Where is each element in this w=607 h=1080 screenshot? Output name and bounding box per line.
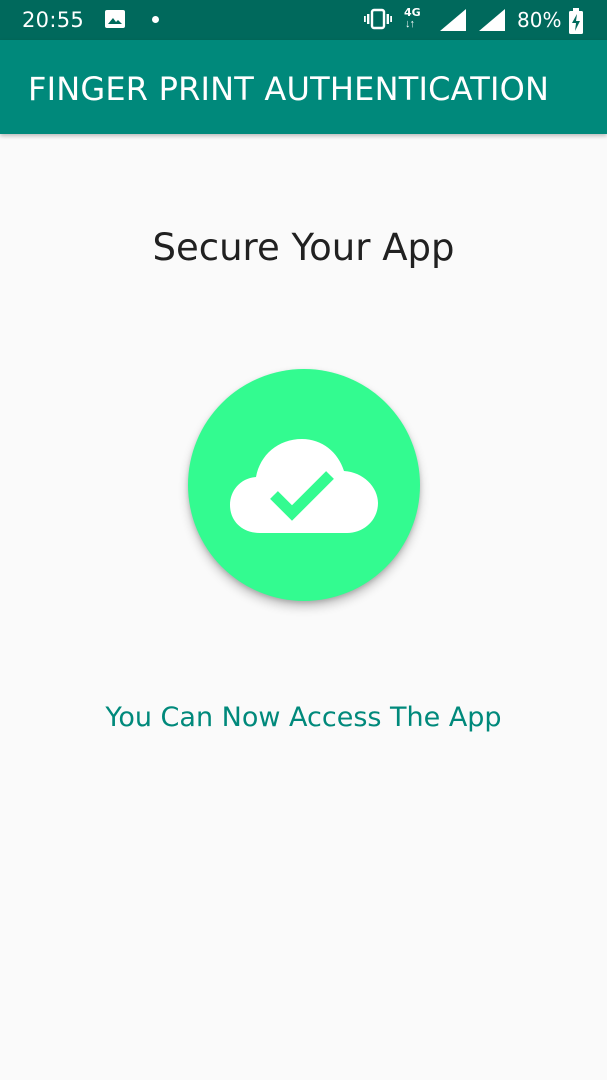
page-heading: Secure Your App (152, 226, 455, 269)
access-message: You Can Now Access The App (105, 702, 502, 733)
image-notification-icon (105, 10, 125, 28)
notification-dot-icon (152, 16, 159, 23)
data-arrows-icon: ↓↑ (405, 18, 415, 30)
vibrate-icon (364, 8, 392, 30)
app-title: FINGER PRINT AUTHENTICATION (28, 70, 550, 108)
signal-strength-icon (440, 9, 466, 31)
status-time: 20:55 (22, 8, 85, 32)
app-bar: FINGER PRINT AUTHENTICATION (0, 40, 607, 134)
success-indicator (188, 369, 420, 601)
signal-strength-icon-2 (479, 9, 505, 31)
battery-charging-icon (569, 8, 583, 34)
battery-percentage: 80% (517, 8, 562, 32)
cloud-check-icon (230, 439, 378, 533)
status-bar: 20:55 4G ↓↑ 80% (0, 0, 607, 40)
network-type-label: 4G (404, 6, 421, 19)
